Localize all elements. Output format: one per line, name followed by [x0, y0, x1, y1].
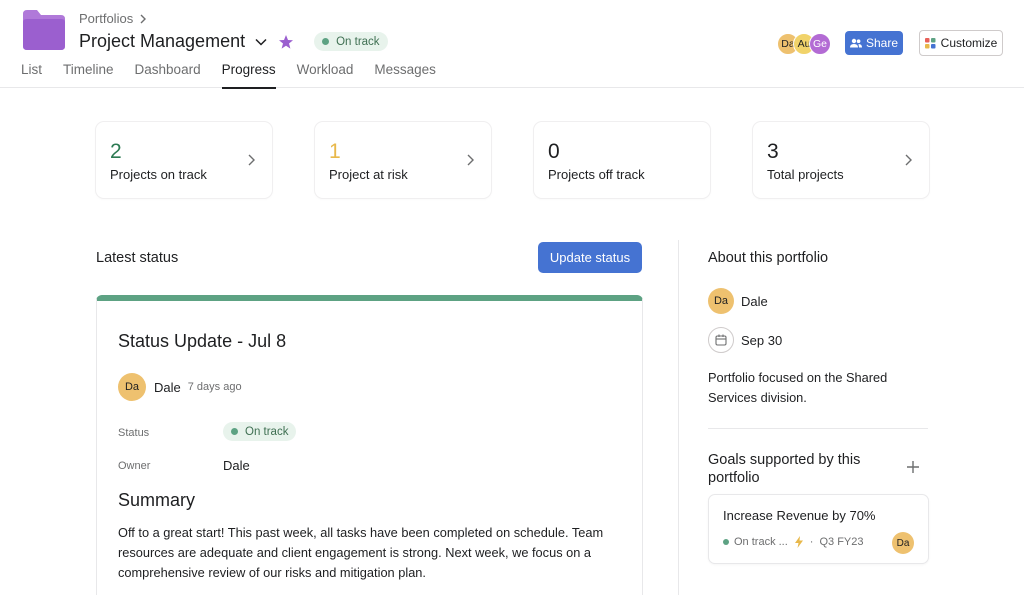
member-avatars[interactable]: Da Au Ge	[777, 33, 831, 55]
breadcrumb-portfolios[interactable]: Portfolios	[79, 11, 133, 26]
stat-label: Projects off track	[548, 167, 645, 182]
stat-value: 3	[767, 140, 779, 163]
folder-icon	[23, 10, 65, 50]
meta-separator: ·	[809, 536, 814, 548]
status-field-value: On track	[223, 422, 297, 441]
stat-card-on-track[interactable]: 2 Projects on track	[96, 122, 272, 198]
grid-icon	[924, 37, 936, 48]
people-icon	[849, 38, 862, 48]
status-badge: On track	[223, 422, 297, 441]
stat-value: 2	[110, 140, 122, 163]
update-status-button[interactable]: Update status	[538, 242, 642, 273]
avatar[interactable]: Da	[118, 373, 146, 401]
stat-value: 0	[548, 140, 560, 163]
stat-value: 1	[329, 140, 341, 163]
status-dot	[231, 428, 238, 435]
breadcrumb[interactable]: Portfolios	[79, 11, 147, 26]
tab-messages[interactable]: Messages	[374, 62, 436, 88]
tab-list[interactable]: List	[21, 62, 42, 88]
stat-card-total[interactable]: 3 Total projects	[753, 122, 929, 198]
share-button[interactable]: Share	[845, 31, 903, 55]
portfolio-due-date[interactable]: Sep 30	[708, 327, 782, 353]
avatar[interactable]: Ge	[809, 33, 831, 55]
share-label: Share	[865, 36, 899, 50]
portfolio-owner[interactable]: Da Dale	[708, 288, 768, 314]
avatar[interactable]: Da	[708, 288, 734, 314]
stat-card-off-track: 0 Projects off track	[534, 122, 710, 198]
summary-text: Off to a great start! This past week, al…	[118, 525, 604, 580]
tab-workload[interactable]: Workload	[297, 62, 354, 88]
status-update-card: Status Update - Jul 8 Da Dale 7 days ago…	[96, 295, 643, 595]
timestamp: 7 days ago	[187, 381, 242, 393]
title-row: Project Management On track	[79, 31, 388, 52]
stat-card-at-risk[interactable]: 1 Project at risk	[315, 122, 491, 198]
status-dot	[723, 539, 729, 545]
status-field-label: Status	[118, 427, 150, 439]
status-author: Da Dale 7 days ago	[118, 373, 242, 401]
goals-heading: Goals supported by this portfolio	[708, 452, 861, 486]
summary-heading: Summary	[118, 490, 196, 510]
goal-card[interactable]: Increase Revenue by 70% On track ... · Q…	[708, 494, 929, 564]
portfolio-description[interactable]: Portfolio focused on the Shared Services…	[708, 368, 918, 408]
chevron-down-icon[interactable]	[254, 35, 268, 49]
status-badge[interactable]: On track	[314, 32, 388, 51]
status-badge-label: On track	[336, 35, 380, 48]
chevron-right-icon	[905, 154, 912, 166]
goal-name[interactable]: Increase Revenue by 70%	[723, 508, 875, 523]
star-icon[interactable]	[278, 34, 294, 50]
calendar-icon[interactable]	[708, 327, 734, 353]
goal-status: On track ...	[734, 536, 788, 548]
latest-status-heading: Latest status	[96, 250, 179, 266]
stat-label: Projects on track	[110, 167, 207, 182]
status-badge-label: On track	[245, 425, 289, 438]
lightning-icon	[794, 536, 803, 548]
tab-progress[interactable]: Progress	[221, 62, 276, 89]
about-heading: About this portfolio	[708, 250, 829, 266]
status-update-title: Status Update - Jul 8	[118, 331, 287, 351]
chevron-right-icon	[248, 154, 255, 166]
status-dot	[322, 38, 330, 45]
owner-field-label: Owner	[118, 460, 151, 472]
page-title[interactable]: Project Management	[79, 31, 245, 52]
tab-timeline[interactable]: Timeline	[63, 62, 114, 88]
author-name[interactable]: Dale	[154, 380, 181, 395]
stat-label: Total projects	[767, 167, 844, 182]
chevron-right-icon	[140, 14, 147, 23]
due-date-value[interactable]: Sep 30	[741, 333, 782, 348]
tab-bar: List Timeline Dashboard Progress Workloa…	[21, 62, 457, 89]
column-divider	[678, 240, 679, 595]
goal-meta: On track ... · Q3 FY23	[723, 536, 864, 548]
project-header: Portfolios Project Management On track L…	[0, 0, 1024, 89]
customize-button[interactable]: Customize	[919, 30, 1003, 56]
owner-field-value: Dale	[223, 458, 250, 473]
customize-label: Customize	[940, 36, 998, 50]
chevron-right-icon	[467, 154, 474, 166]
plus-icon[interactable]	[906, 460, 920, 474]
stat-label: Project at risk	[329, 167, 408, 182]
owner-name[interactable]: Dale	[741, 294, 768, 309]
goal-period: Q3 FY23	[819, 536, 864, 548]
tab-dashboard[interactable]: Dashboard	[135, 62, 201, 88]
avatar[interactable]: Da	[892, 532, 914, 554]
section-divider	[708, 428, 928, 429]
